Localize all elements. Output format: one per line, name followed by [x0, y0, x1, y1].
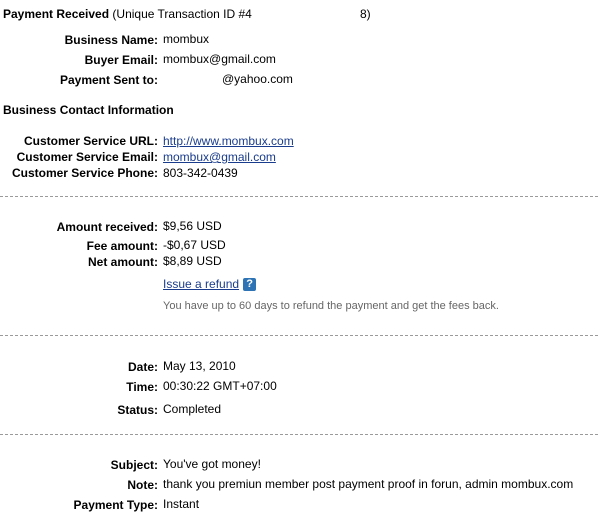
- amount-received-value: $9,56 USD: [163, 219, 222, 233]
- page-title: Payment Received (Unique Transaction ID …: [3, 7, 252, 21]
- net-amount-label: Net amount:: [88, 255, 158, 269]
- amount-received-label: Amount received:: [56, 220, 158, 234]
- payment-type-value: Instant: [163, 497, 200, 511]
- subject-value: You've got money!: [163, 457, 261, 471]
- service-phone-label: Customer Service Phone:: [11, 166, 158, 180]
- time-value: 00:30:22 GMT+07:00: [163, 379, 277, 393]
- service-url-label: Customer Service URL:: [23, 134, 158, 148]
- transaction-id-suffix: 8): [360, 7, 371, 21]
- date-label: Date:: [127, 360, 158, 374]
- service-phone-value: 803-342-0439: [163, 166, 238, 180]
- section-divider: [0, 335, 598, 336]
- buyer-email-label: Buyer Email:: [84, 53, 158, 67]
- fee-amount-value: -$0,67 USD: [163, 238, 226, 252]
- transaction-id: (Unique Transaction ID #4: [112, 7, 252, 21]
- note-value: thank you premiun member post payment pr…: [163, 477, 574, 491]
- section-divider: [0, 196, 598, 197]
- refund-hint: You have up to 60 days to refund the pay…: [163, 300, 499, 312]
- title-text: Payment Received: [3, 7, 110, 21]
- payment-sent-value: @yahoo.com: [222, 72, 293, 86]
- help-icon[interactable]: ?: [243, 278, 257, 292]
- section-divider: [0, 434, 598, 435]
- note-label: Note:: [127, 478, 158, 492]
- payment-type-label: Payment Type:: [73, 498, 158, 512]
- time-label: Time:: [126, 380, 158, 394]
- refund-row: Issue a refund?: [163, 277, 257, 292]
- subject-label: Subject:: [110, 458, 158, 472]
- issue-refund-link[interactable]: Issue a refund: [163, 277, 239, 291]
- status-label: Status:: [117, 403, 158, 417]
- date-value: May 13, 2010: [163, 359, 236, 373]
- fee-amount-label: Fee amount:: [86, 239, 158, 253]
- service-email-label: Customer Service Email:: [16, 150, 158, 164]
- service-url-link[interactable]: http://www.mombux.com: [163, 134, 294, 148]
- business-name-value: mombux: [163, 32, 210, 46]
- contact-heading: Business Contact Information: [3, 103, 174, 117]
- business-name-label: Business Name:: [64, 33, 158, 47]
- payment-sent-label: Payment Sent to:: [59, 73, 158, 87]
- status-value: Completed: [163, 402, 222, 416]
- net-amount-value: $8,89 USD: [163, 254, 222, 268]
- service-email-link[interactable]: mombux@gmail.com: [163, 150, 276, 164]
- buyer-email-value: mombux@gmail.com: [163, 52, 276, 66]
